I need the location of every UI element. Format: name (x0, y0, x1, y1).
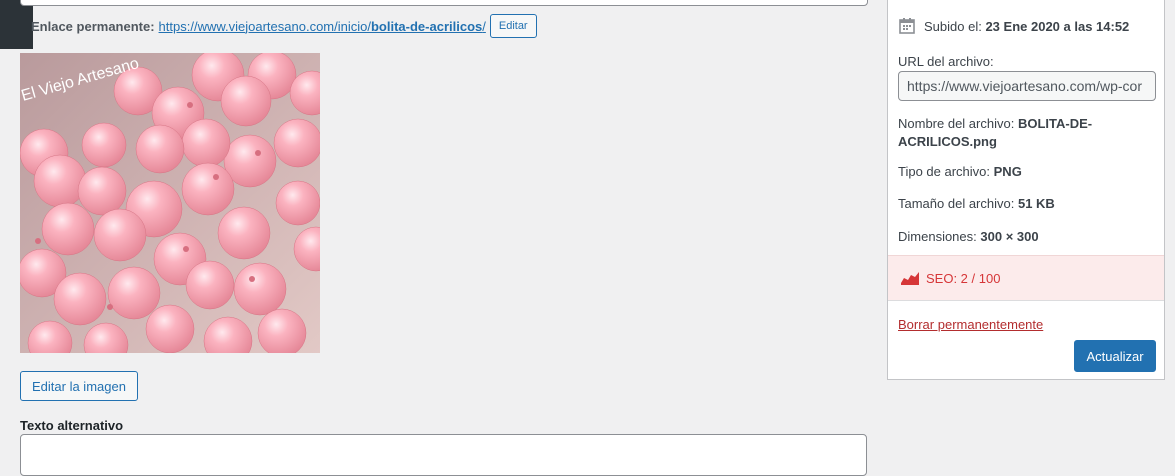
filesize-row: Tamaño del archivo: 51 KB (898, 196, 1055, 211)
delete-permanently-link[interactable]: Borrar permanentemente (898, 317, 1043, 332)
update-button[interactable]: Actualizar (1074, 340, 1156, 372)
calendar-icon (899, 18, 915, 34)
filetype-value: PNG (993, 164, 1022, 179)
permalink-link[interactable]: https://www.viejoartesano.com/inicio/bol… (159, 19, 486, 34)
edit-permalink-button[interactable]: Editar (489, 14, 537, 38)
uploaded-row: Subido el: 23 Ene 2020 a las 14:52 (898, 17, 1129, 35)
alt-text-label: Texto alternativo (20, 418, 124, 433)
uploaded-value: 23 Ene 2020 a las 14:52 (985, 18, 1130, 34)
attachment-details-panel: Subido el: 23 Ene 2020 a las 14:52 URL d… (887, 0, 1165, 380)
alt-text-input[interactable] (20, 434, 867, 476)
dimensions-value: 300 × 300 (980, 229, 1039, 244)
file-url-label: URL del archivo: (898, 54, 994, 69)
seo-score-icon (901, 272, 919, 285)
filetype-label: Tipo de archivo: (898, 164, 991, 179)
file-url-input[interactable]: https://www.viejoartesano.com/wp-cor (898, 71, 1156, 101)
filename-row: Nombre del archivo: BOLITA-DE-ACRILICOS.… (898, 115, 1148, 151)
edit-image-button[interactable]: Editar la imagen (20, 371, 138, 401)
seo-score-row: SEO: 2 / 100 (888, 255, 1164, 301)
admin-menu-edge (0, 0, 33, 49)
dimensions-label: Dimensiones: (898, 229, 977, 244)
pink-beads-image: El Viejo Artesano (20, 53, 320, 353)
dimensions-row: Dimensiones: 300 × 300 (898, 229, 1039, 244)
permalink-label: Enlace permanente: (31, 18, 155, 34)
filesize-label: Tamaño del archivo: (898, 196, 1015, 211)
title-input[interactable] (20, 0, 868, 6)
permalink-row: Enlace permanente: https://www.viejoarte… (31, 13, 537, 39)
attachment-image: El Viejo Artesano (20, 53, 320, 353)
uploaded-label: Subido el: (924, 18, 982, 34)
filesize-value: 51 KB (1017, 196, 1055, 211)
filetype-row: Tipo de archivo: PNG (898, 164, 1022, 179)
seo-score-label: SEO: 2 / 100 (926, 270, 1001, 286)
filename-label: Nombre del archivo: (898, 116, 1015, 131)
